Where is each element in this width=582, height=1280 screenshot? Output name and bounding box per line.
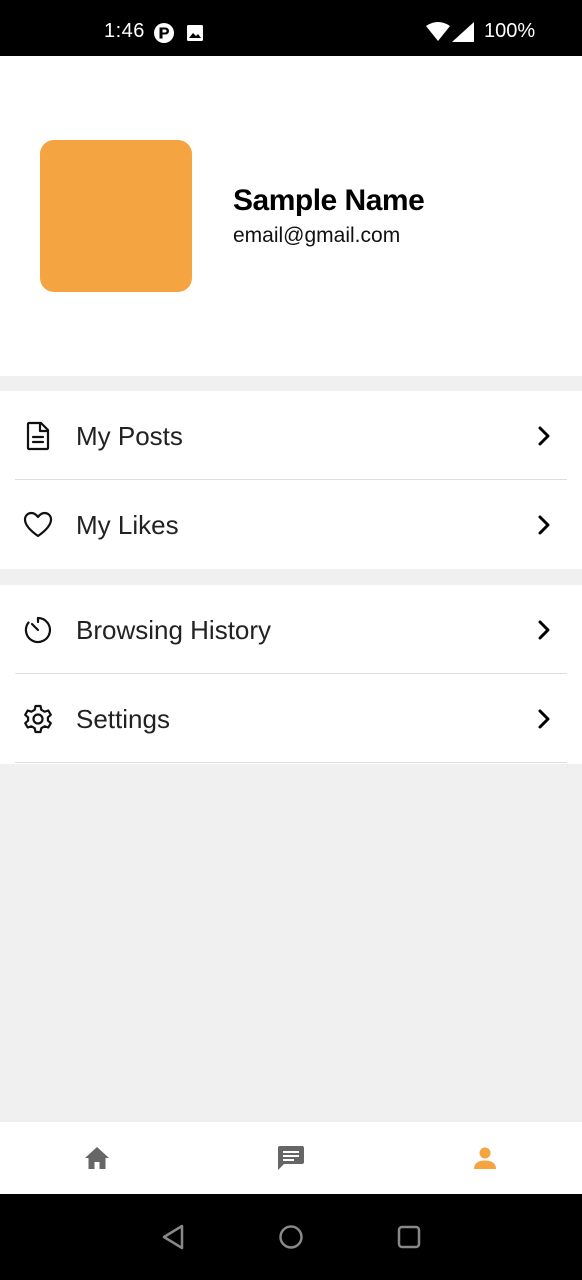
gear-icon [24,704,52,734]
signal-icon [452,22,474,42]
menu-item-label: My Posts [76,421,183,451]
profile-header: Sample Name email@gmail.com [0,56,582,376]
home-icon [85,1147,109,1169]
home-circle-icon[interactable] [276,1222,306,1252]
divider [15,762,567,763]
battery-percentage: 100% [484,20,536,42]
profile-screen: 1:46 100% Sample Name email@gmail.com My… [0,0,582,1280]
timer-icon [24,616,52,644]
nav-profile-tab[interactable] [388,1122,582,1194]
menu-group-content: My Posts My Likes [0,391,582,569]
heart-icon [23,511,53,538]
status-bar: 1:46 100% [0,0,582,56]
menu-item-settings[interactable]: Settings [0,674,582,763]
bottom-navigation [0,1122,582,1194]
menu-item-my-likes[interactable]: My Likes [0,480,582,569]
person-icon [474,1147,496,1169]
profile-name: Sample Name [233,184,425,217]
chevron-right-icon [538,709,550,729]
nav-home-tab[interactable] [0,1122,194,1194]
avatar[interactable] [40,140,192,292]
profile-email: email@gmail.com [233,224,401,247]
menu-item-label: My Likes [76,510,179,540]
wifi-icon [426,22,450,41]
recents-icon[interactable] [394,1222,424,1252]
menu-item-my-posts[interactable]: My Posts [0,391,582,480]
menu-group-account: Browsing History Settings [0,585,582,764]
status-time: 1:46 [104,20,145,42]
menu-item-browsing-history[interactable]: Browsing History [0,585,582,674]
chevron-right-icon [538,515,550,535]
chevron-right-icon [538,426,550,446]
p-notification-icon [154,23,174,43]
menu-item-label: Settings [76,704,170,734]
chevron-right-icon [538,620,550,640]
system-navigation-bar [0,1194,582,1280]
document-icon [26,421,50,451]
nav-messages-tab[interactable] [194,1122,388,1194]
message-icon [278,1146,304,1170]
menu-item-label: Browsing History [76,615,272,645]
back-icon[interactable] [158,1222,188,1252]
image-notification-icon [187,25,203,41]
